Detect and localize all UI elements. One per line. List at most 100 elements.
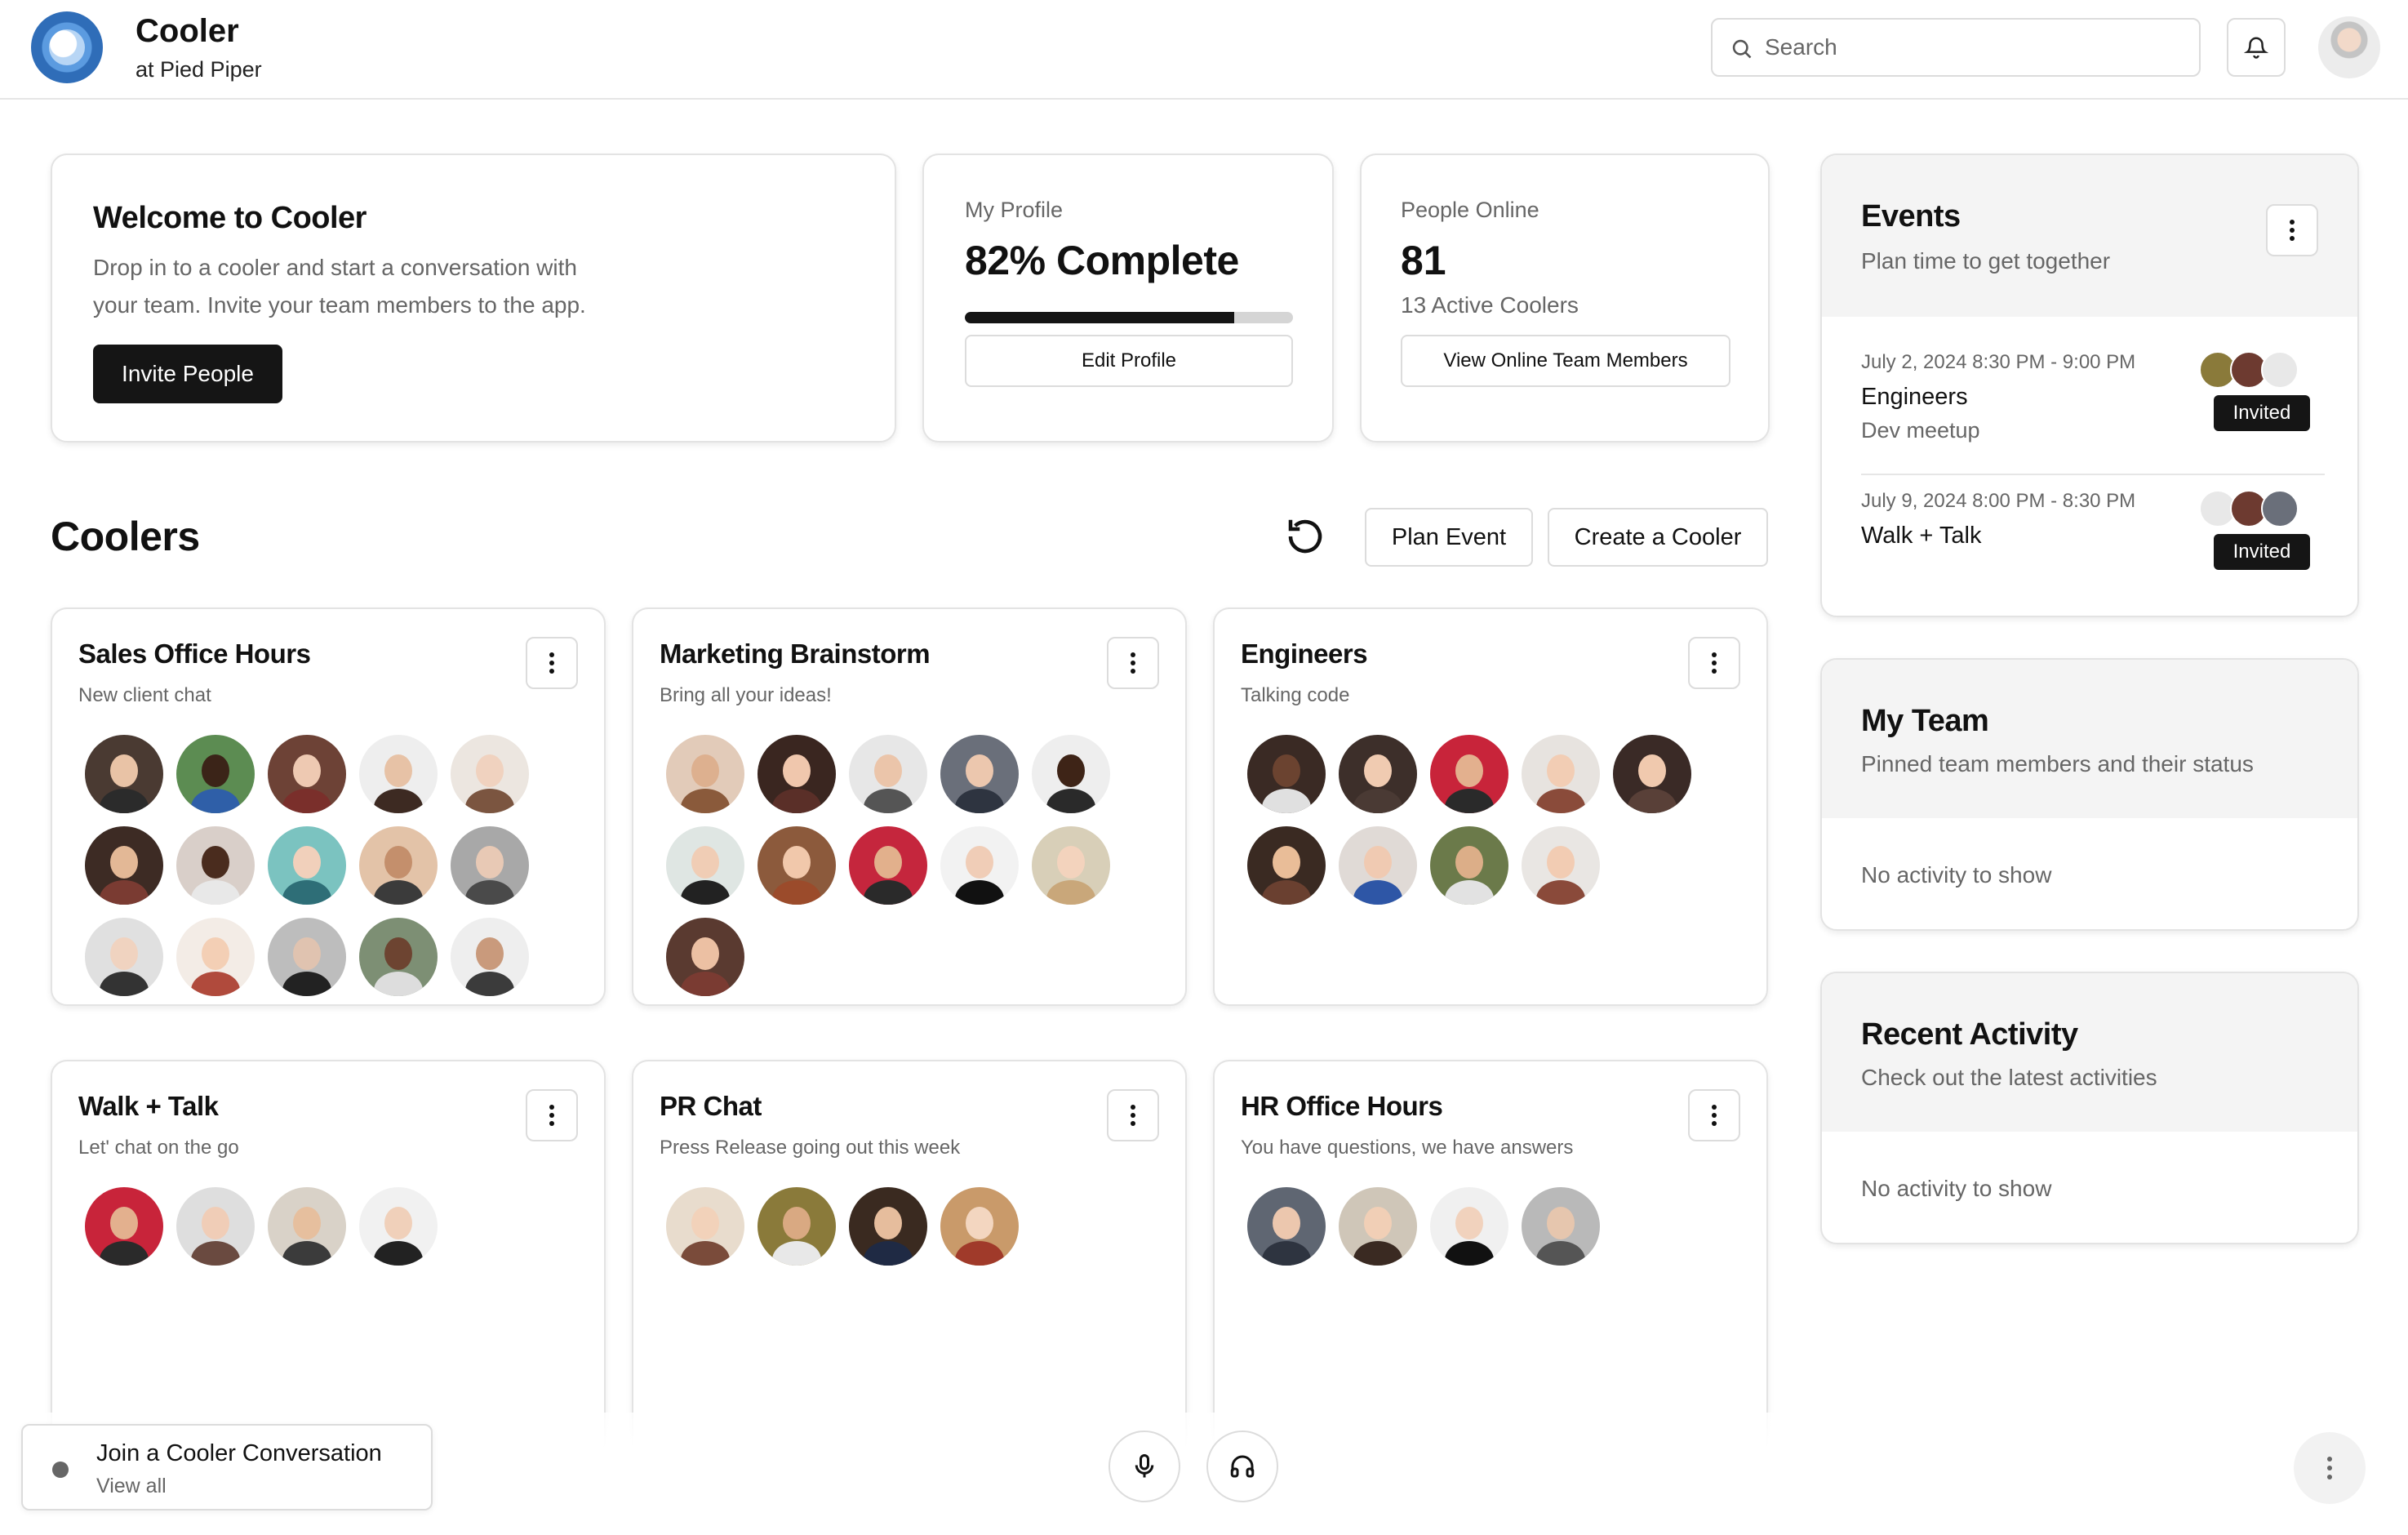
participant-avatar[interactable] (176, 1187, 255, 1266)
refresh-button[interactable] (1278, 509, 1332, 563)
cooler-card-marketing-brainstorm[interactable]: Marketing Brainstorm Bring all your idea… (632, 607, 1187, 1006)
cooler-card-sales-office-hours[interactable]: Sales Office Hours New client chat (51, 607, 606, 1006)
cooler-menu-button[interactable] (1107, 1089, 1159, 1141)
edit-profile-button[interactable]: Edit Profile (965, 335, 1293, 387)
participant-avatar[interactable] (1247, 735, 1326, 813)
participant-avatar[interactable] (268, 918, 346, 996)
participant-avatar[interactable] (176, 735, 255, 813)
online-count: 81 (1401, 238, 1446, 283)
participant-avatar[interactable] (1339, 1187, 1417, 1266)
cooler-title: Walk + Talk (78, 1091, 219, 1121)
view-all-link[interactable]: View all (96, 1475, 167, 1498)
user-avatar[interactable] (2318, 16, 2380, 78)
cooler-menu-button[interactable] (1688, 1089, 1740, 1141)
cooler-participants (666, 735, 1156, 1004)
create-cooler-button[interactable]: Create a Cooler (1548, 508, 1768, 567)
coolers-section-title: Coolers (51, 514, 200, 559)
participant-avatar[interactable] (940, 1187, 1019, 1266)
participant-avatar[interactable] (940, 826, 1019, 905)
kebab-icon (1131, 652, 1135, 674)
participant-avatar[interactable] (666, 918, 744, 996)
cooler-menu-button[interactable] (1107, 637, 1159, 689)
participant-avatar[interactable] (451, 826, 529, 905)
participant-avatar[interactable] (757, 1187, 836, 1266)
participant-avatar[interactable] (1247, 826, 1326, 905)
participant-avatar[interactable] (268, 1187, 346, 1266)
participant-avatar[interactable] (359, 918, 438, 996)
participant-avatar[interactable] (666, 735, 744, 813)
cooler-menu-button[interactable] (526, 1089, 578, 1141)
participant-avatar[interactable] (849, 735, 927, 813)
microphone-button[interactable] (1108, 1430, 1180, 1502)
participant-avatar[interactable] (176, 918, 255, 996)
participant-avatar[interactable] (85, 918, 163, 996)
notifications-button[interactable] (2227, 18, 2286, 77)
cooler-card-walk-talk[interactable]: Walk + Talk Let' chat on the go (51, 1060, 606, 1458)
participant-avatar[interactable] (85, 735, 163, 813)
search-input[interactable] (1765, 20, 2189, 75)
view-online-members-button[interactable]: View Online Team Members (1401, 335, 1730, 387)
profile-card: My Profile 82% Complete Edit Profile (922, 154, 1334, 443)
events-menu-button[interactable] (2266, 204, 2318, 256)
cooler-card-engineers[interactable]: Engineers Talking code (1213, 607, 1768, 1006)
kebab-icon (2327, 1457, 2332, 1479)
participant-avatar[interactable] (849, 1187, 927, 1266)
cooler-menu-button[interactable] (526, 637, 578, 689)
participant-avatar[interactable] (359, 826, 438, 905)
kebab-icon (2290, 220, 2295, 241)
participant-avatar[interactable] (1430, 1187, 1508, 1266)
participant-avatar[interactable] (849, 826, 927, 905)
participant-avatar[interactable] (268, 735, 346, 813)
bell-icon (2244, 37, 2268, 59)
participant-avatar[interactable] (359, 1187, 438, 1266)
cooler-card-pr-chat[interactable]: PR Chat Press Release going out this wee… (632, 1060, 1187, 1458)
participant-avatar[interactable] (1339, 826, 1417, 905)
participant-avatar[interactable] (1522, 1187, 1600, 1266)
participant-avatar[interactable] (1430, 826, 1508, 905)
participant-avatar[interactable] (1247, 1187, 1326, 1266)
invite-people-button[interactable]: Invite People (93, 345, 282, 403)
cooler-subtitle: Press Release going out this week (660, 1137, 961, 1159)
cooler-card-hr-office-hours[interactable]: HR Office Hours You have questions, we h… (1213, 1060, 1768, 1458)
participant-avatar[interactable] (1032, 735, 1110, 813)
search-icon (1732, 39, 1752, 59)
headphones-icon (1230, 1455, 1255, 1478)
event-item-engineers[interactable]: July 2, 2024 8:30 PM - 9:00 PM Engineers… (1861, 351, 2325, 472)
participant-avatar[interactable] (268, 826, 346, 905)
participant-avatar[interactable] (451, 735, 529, 813)
cooler-subtitle: New client chat (78, 684, 211, 706)
recent-activity-empty-state: No activity to show (1861, 1176, 2052, 1201)
cooler-title: Engineers (1241, 638, 1368, 669)
event-item-walk-talk[interactable]: July 9, 2024 8:00 PM - 8:30 PM Walk + Ta… (1861, 490, 2325, 588)
participant-avatar[interactable] (1430, 735, 1508, 813)
more-options-button[interactable] (2294, 1432, 2366, 1504)
participant-avatar[interactable] (757, 826, 836, 905)
participant-avatar[interactable] (940, 735, 1019, 813)
join-cooler-conversation[interactable]: Join a Cooler Conversation View all (21, 1424, 433, 1511)
participant-avatar[interactable] (451, 918, 529, 996)
my-team-subtitle: Pinned team members and their status (1861, 751, 2254, 776)
participant-avatar[interactable] (1613, 735, 1691, 813)
kebab-icon (549, 652, 554, 674)
participant-avatar[interactable] (85, 826, 163, 905)
search-box[interactable] (1711, 18, 2201, 77)
participant-avatar[interactable] (359, 735, 438, 813)
profile-completion-value: 82% Complete (965, 238, 1239, 283)
cooler-title: Marketing Brainstorm (660, 638, 931, 669)
participant-avatar[interactable] (1522, 735, 1600, 813)
cooler-menu-button[interactable] (1688, 637, 1740, 689)
participant-avatar[interactable] (85, 1187, 163, 1266)
plan-event-button[interactable]: Plan Event (1365, 508, 1533, 567)
my-team-header (1822, 660, 2357, 818)
participant-avatar[interactable] (1522, 826, 1600, 905)
headphones-button[interactable] (1206, 1430, 1278, 1502)
participant-avatar[interactable] (757, 735, 836, 813)
participant-avatar[interactable] (1032, 826, 1110, 905)
participant-avatar[interactable] (666, 1187, 744, 1266)
participant-avatar[interactable] (1339, 735, 1417, 813)
welcome-text-line1: Drop in to a cooler and start a conversa… (93, 255, 577, 280)
participant-avatar[interactable] (666, 826, 744, 905)
people-online-card: People Online 81 13 Active Coolers View … (1360, 154, 1770, 443)
cooler-subtitle: You have questions, we have answers (1241, 1137, 1574, 1159)
participant-avatar[interactable] (176, 826, 255, 905)
